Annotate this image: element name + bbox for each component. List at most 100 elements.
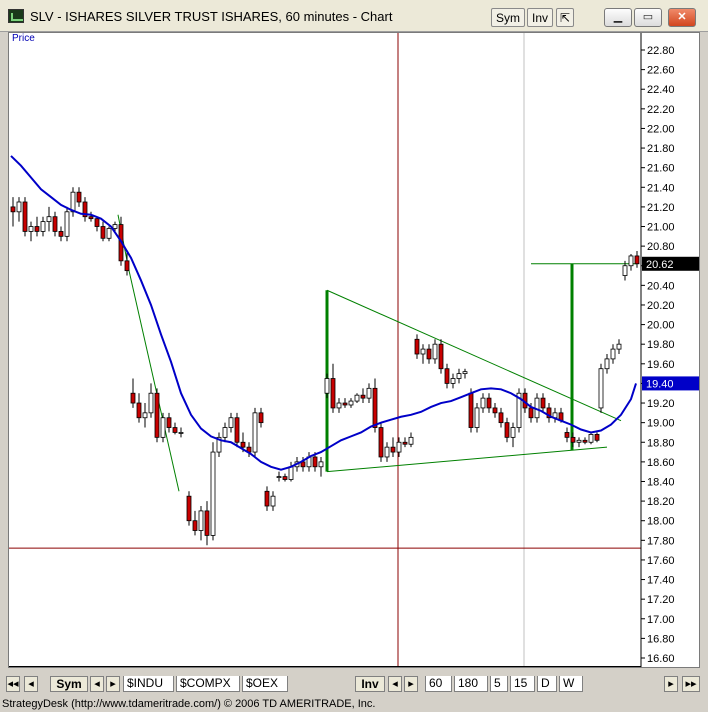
title-bar: SLV - ISHARES SILVER TRUST ISHARES, 60 m… (0, 0, 708, 32)
candle-body (576, 439, 582, 443)
window-title: SLV - ISHARES SILVER TRUST ISHARES, 60 m… (30, 9, 393, 24)
candle-body (438, 343, 444, 370)
candle-body (504, 422, 510, 438)
next-button[interactable]: ▸ (664, 676, 678, 692)
candle-body (622, 265, 628, 276)
price-tick-label: 16.60 (647, 653, 675, 665)
price-tick-label: 16.80 (647, 633, 675, 645)
candle-body (10, 206, 16, 213)
candle-body (468, 392, 474, 428)
price-axis-title: Price (12, 33, 35, 44)
prev-button[interactable]: ◂ (24, 676, 38, 692)
sym-prev-button[interactable]: ◂ (90, 676, 104, 692)
candle-body (64, 211, 70, 237)
candle-body (222, 427, 228, 438)
candle-body (366, 387, 372, 399)
candle-body (360, 394, 366, 399)
chart-toolbar: ◂◂ ◂ Sym ◂ ▸ $INDU $COMPX $OEX Inv ◂ ▸ 6… (0, 674, 708, 694)
price-tick-label: 19.60 (647, 359, 675, 371)
tab-indu[interactable]: $INDU (123, 676, 174, 692)
tab-interval-5[interactable]: 5 (490, 676, 508, 692)
sym-button[interactable]: Sym (491, 8, 525, 27)
candle-body (628, 255, 634, 267)
close-button[interactable]: ✕ (668, 8, 696, 27)
tab-interval-w[interactable]: W (559, 676, 583, 692)
inv-button[interactable]: Inv (527, 8, 553, 27)
candle-body (444, 368, 450, 384)
sym-tab-button[interactable]: Sym (50, 676, 88, 692)
candle-body (432, 343, 438, 360)
tab-interval-15[interactable]: 15 (510, 676, 535, 692)
candle-body (88, 216, 94, 220)
tab-interval-d[interactable]: D (537, 676, 557, 692)
candle-body (166, 417, 172, 428)
candle-body (348, 400, 354, 406)
double-right-arrow-icon: ▸▸ (685, 678, 697, 690)
chart-area[interactable]: 22.80 22.60 22.40 22.20 22.00 21.80 21.60 21.40… (8, 32, 700, 668)
inv-prev-button[interactable]: ◂ (388, 676, 402, 692)
candle-body (598, 368, 604, 409)
candle-body (384, 446, 390, 458)
chart-app-icon (8, 9, 24, 23)
candle-body (240, 441, 246, 448)
candle-body (282, 476, 288, 480)
candle-body (354, 394, 360, 402)
minimize-button[interactable]: ▁ (604, 8, 632, 27)
candle-body (390, 446, 396, 453)
price-tick-label: 18.20 (647, 496, 675, 508)
tab-interval-180[interactable]: 180 (454, 676, 488, 692)
candle-body (342, 402, 348, 406)
tab-interval-60[interactable]: 60 (425, 676, 452, 692)
candle-body (396, 441, 402, 453)
candle-body (148, 392, 154, 414)
maximize-button[interactable]: ▭ (634, 8, 662, 27)
price-tick-label: 21.60 (647, 163, 675, 175)
price-tick-label: 22.80 (647, 45, 675, 57)
candle-body (604, 358, 610, 370)
price-tick-label: 22.00 (647, 123, 675, 135)
minimize-icon: ▁ (613, 11, 623, 23)
candle-body (40, 221, 46, 232)
candle-body (288, 466, 294, 480)
price-tick-label: 17.40 (647, 575, 675, 587)
candle-body (28, 226, 34, 232)
tab-oex[interactable]: $OEX (242, 676, 288, 692)
sym-next-button[interactable]: ▸ (106, 676, 120, 692)
price-tick-label: 21.00 (647, 222, 675, 234)
ma-price-badge-text: 19.40 (646, 378, 674, 390)
candle-body (634, 255, 640, 265)
candle-body (52, 216, 58, 232)
price-chart[interactable]: 22.80 22.60 22.40 22.20 22.00 21.80 21.60 21.40… (9, 33, 699, 667)
candle-body (330, 378, 336, 409)
triangle-lower-trendline (326, 446, 608, 473)
first-page-button[interactable]: ◂◂ (6, 676, 20, 692)
price-tick-label: 22.20 (647, 104, 675, 116)
export-button[interactable]: ⇱ (556, 8, 574, 27)
price-tick-label: 20.20 (647, 300, 675, 312)
triangle-upper-trendline (326, 289, 622, 422)
candle-body (414, 338, 420, 355)
inv-next-button[interactable]: ▸ (404, 676, 418, 692)
candle-body (456, 373, 462, 379)
candle-body (480, 397, 486, 409)
candle-body (378, 427, 384, 458)
candle-body (136, 402, 142, 419)
price-tick-label: 19.00 (647, 418, 675, 430)
right-arrow-icon: ▸ (668, 678, 674, 690)
inv-tab-button[interactable]: Inv (355, 676, 385, 692)
price-tick-label: 17.60 (647, 555, 675, 567)
candle-body (528, 407, 534, 419)
close-icon: ✕ (677, 11, 687, 23)
right-arrow-icon: ▸ (408, 678, 414, 690)
tab-compx[interactable]: $COMPX (176, 676, 240, 692)
export-icon: ⇱ (559, 11, 571, 25)
candle-body (142, 412, 148, 419)
candle-body (610, 348, 616, 360)
candle-body (124, 260, 130, 272)
left-arrow-icon: ◂ (94, 678, 100, 690)
candle-body (336, 402, 342, 409)
price-tick-label: 20.40 (647, 280, 675, 292)
last-page-button[interactable]: ▸▸ (682, 676, 700, 692)
candle-body (540, 397, 546, 409)
candle-body (582, 439, 588, 443)
